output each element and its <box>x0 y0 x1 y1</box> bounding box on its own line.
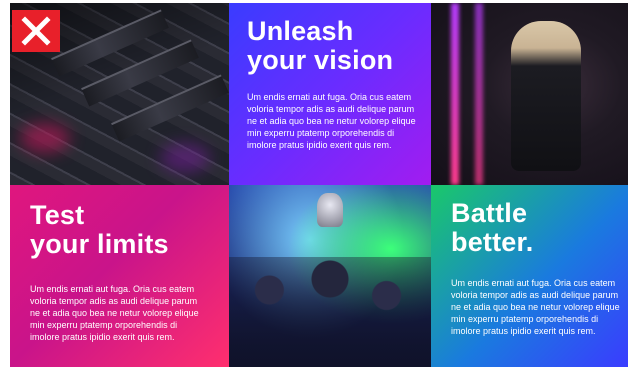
heading-line: your vision <box>247 45 394 75</box>
tile-unleash-your-vision: Unleash your vision Um endis ernati aut … <box>229 3 431 185</box>
seated-person-shape <box>511 21 581 171</box>
tile-battle-better: Battle better. Um endis ernati aut fuga.… <box>431 185 628 367</box>
trophy-crowd-photo <box>229 185 431 367</box>
heading-test-your-limits: Test your limits <box>30 201 211 259</box>
player-photo <box>431 3 628 185</box>
body-copy: Um endis ernati aut fuga. Oria cus eatem… <box>247 92 416 150</box>
body-copy: Um endis ernati aut fuga. Oria cus eatem… <box>451 278 620 336</box>
pink-glow <box>20 123 70 153</box>
heading-line: Unleash <box>247 16 354 46</box>
heading-line: Battle <box>451 198 528 228</box>
neon-light-shape <box>475 3 483 185</box>
promo-grid: Unleash your vision Um endis ernati aut … <box>10 3 628 367</box>
heading-battle-better: Battle better. <box>451 199 610 257</box>
crowd-shape <box>229 257 431 367</box>
heading-unleash-your-vision: Unleash your vision <box>247 17 413 75</box>
close-button[interactable] <box>12 10 60 52</box>
purple-glow <box>160 143 210 173</box>
tile-test-your-limits: Test your limits Um endis ernati aut fug… <box>10 185 229 367</box>
neon-light-shape <box>451 3 459 185</box>
heading-line: your limits <box>30 229 169 259</box>
heading-line: better. <box>451 227 534 257</box>
heading-line: Test <box>30 200 85 230</box>
trophy-shape <box>317 193 343 227</box>
body-copy: Um endis ernati aut fuga. Oria cus eatem… <box>30 284 199 342</box>
close-icon <box>21 16 51 46</box>
